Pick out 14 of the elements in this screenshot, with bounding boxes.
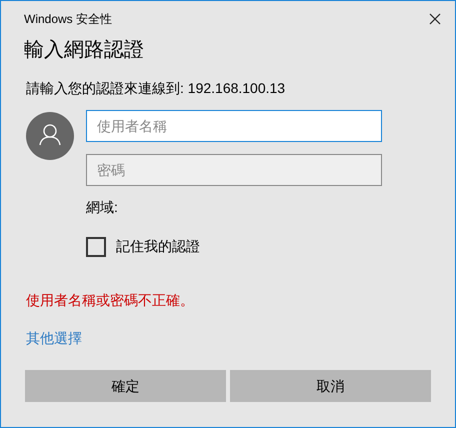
more-choices-link[interactable]: 其他選擇 — [26, 330, 82, 346]
user-avatar-icon — [26, 112, 74, 160]
input-field[interactable]: 使用者名稱 — [86, 110, 382, 142]
error-message: 使用者名稱或密碼不正確。 — [25, 291, 195, 310]
dialog-heading: 輸入網路認證 — [23, 38, 145, 63]
dialog-button[interactable]: 確定 — [25, 370, 226, 402]
window-title: Windows 安全性 — [24, 11, 112, 28]
dialog-button[interactable]: 取消 — [230, 370, 431, 402]
input-field[interactable]: 密碼 — [86, 154, 382, 186]
prompt-text: 請輸入您的認證來連線到: 192.168.100.13 — [25, 79, 286, 98]
close-icon[interactable] — [429, 13, 441, 25]
domain-label: 網域: — [85, 198, 119, 217]
remember-label: 記住我的認證 — [116, 237, 200, 256]
remember-checkbox[interactable] — [86, 236, 106, 256]
